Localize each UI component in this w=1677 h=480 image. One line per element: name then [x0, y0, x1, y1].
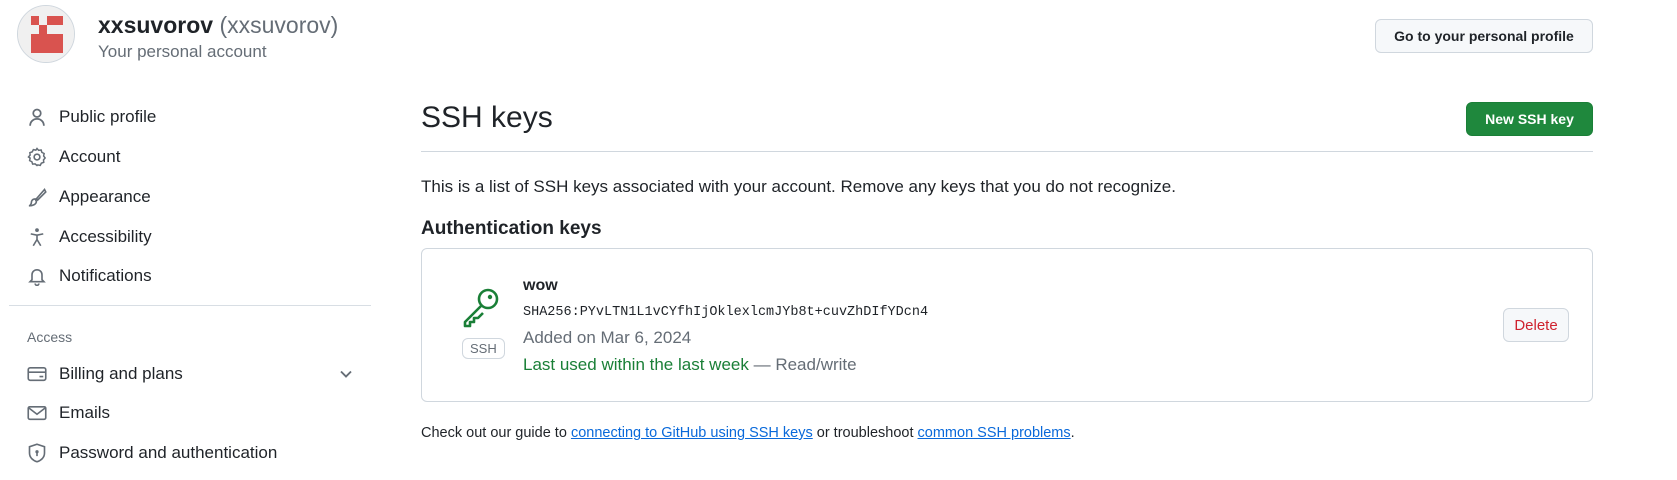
accessibility-icon: [26, 226, 48, 248]
account-subtitle: Your personal account: [98, 42, 267, 61]
sidebar-item-billing[interactable]: Billing and plans: [26, 359, 356, 389]
avatar[interactable]: [17, 5, 75, 63]
common-problems-link[interactable]: common SSH problems: [918, 425, 1071, 441]
sidebar-item-notifications[interactable]: Notifications: [26, 261, 356, 291]
title-divider: [421, 151, 1593, 152]
person-icon: [26, 106, 48, 128]
key-separator: —: [753, 355, 771, 374]
key-fingerprint: SHA256:PYvLTN1L1vCYfhIjOklexlcmJYb8t+cuv…: [523, 305, 929, 320]
help-middle: or troubleshoot: [816, 425, 914, 441]
help-text: Check out our guide to connecting to Git…: [421, 425, 1075, 441]
sidebar-item-password-authentication[interactable]: Password and authentication: [26, 438, 356, 468]
identicon-image: [18, 6, 74, 62]
page-title: SSH keys: [421, 101, 553, 134]
sidebar-item-label: Appearance: [59, 187, 151, 206]
sidebar-item-label: Public profile: [59, 107, 157, 126]
sidebar-item-appearance[interactable]: Appearance: [26, 182, 356, 212]
key-icon: [463, 288, 499, 328]
help-prefix: Check out our guide to: [421, 425, 567, 441]
new-ssh-key-button[interactable]: New SSH key: [1466, 102, 1593, 136]
go-to-profile-button[interactable]: Go to your personal profile: [1375, 19, 1593, 53]
credit-card-icon: [26, 363, 48, 385]
sidebar-item-accessibility[interactable]: Accessibility: [26, 222, 356, 252]
sidebar-item-emails[interactable]: Emails: [26, 398, 356, 428]
intro-text: This is a list of SSH keys associated wi…: [421, 177, 1176, 196]
shield-icon: [26, 442, 48, 464]
gear-icon: [26, 146, 48, 168]
user-handle: (xxsuvorov): [219, 12, 339, 38]
help-suffix: .: [1070, 425, 1075, 441]
sidebar-item-label: Billing and plans: [59, 364, 183, 383]
bell-icon: [26, 265, 48, 287]
sidebar-divider: [9, 305, 371, 306]
sidebar-item-label: Notifications: [59, 266, 152, 285]
sidebar-section-heading: Access: [27, 329, 73, 345]
key-added-date: Added on Mar 6, 2024: [523, 328, 692, 347]
paintbrush-icon: [26, 186, 48, 208]
sidebar-item-account[interactable]: Account: [26, 142, 356, 172]
username: xxsuvorov: [98, 12, 214, 38]
account-name: xxsuvorov (xxsuvorov): [98, 12, 338, 39]
key-title: wow: [523, 277, 558, 294]
ssh-type-label: SSH: [462, 338, 505, 359]
sidebar-item-label: Accessibility: [59, 227, 152, 246]
sidebar-item-label: Password and authentication: [59, 443, 278, 462]
mail-icon: [26, 402, 48, 424]
key-last-used: Last used within the last week: [523, 355, 749, 374]
connecting-guide-link[interactable]: connecting to GitHub using SSH keys: [571, 425, 813, 441]
sidebar-item-label: Account: [59, 147, 121, 166]
authentication-keys-heading: Authentication keys: [421, 218, 602, 239]
chevron-down-icon[interactable]: [336, 364, 356, 384]
sidebar-item-public-profile[interactable]: Public profile: [26, 102, 356, 132]
sidebar-item-label: Emails: [59, 403, 111, 422]
key-usage: Last used within the last week — Read/wr…: [523, 355, 857, 375]
ssh-key-list-item: [421, 248, 1593, 402]
delete-key-button[interactable]: Delete: [1503, 308, 1569, 342]
key-access-level: Read/write: [775, 355, 857, 374]
